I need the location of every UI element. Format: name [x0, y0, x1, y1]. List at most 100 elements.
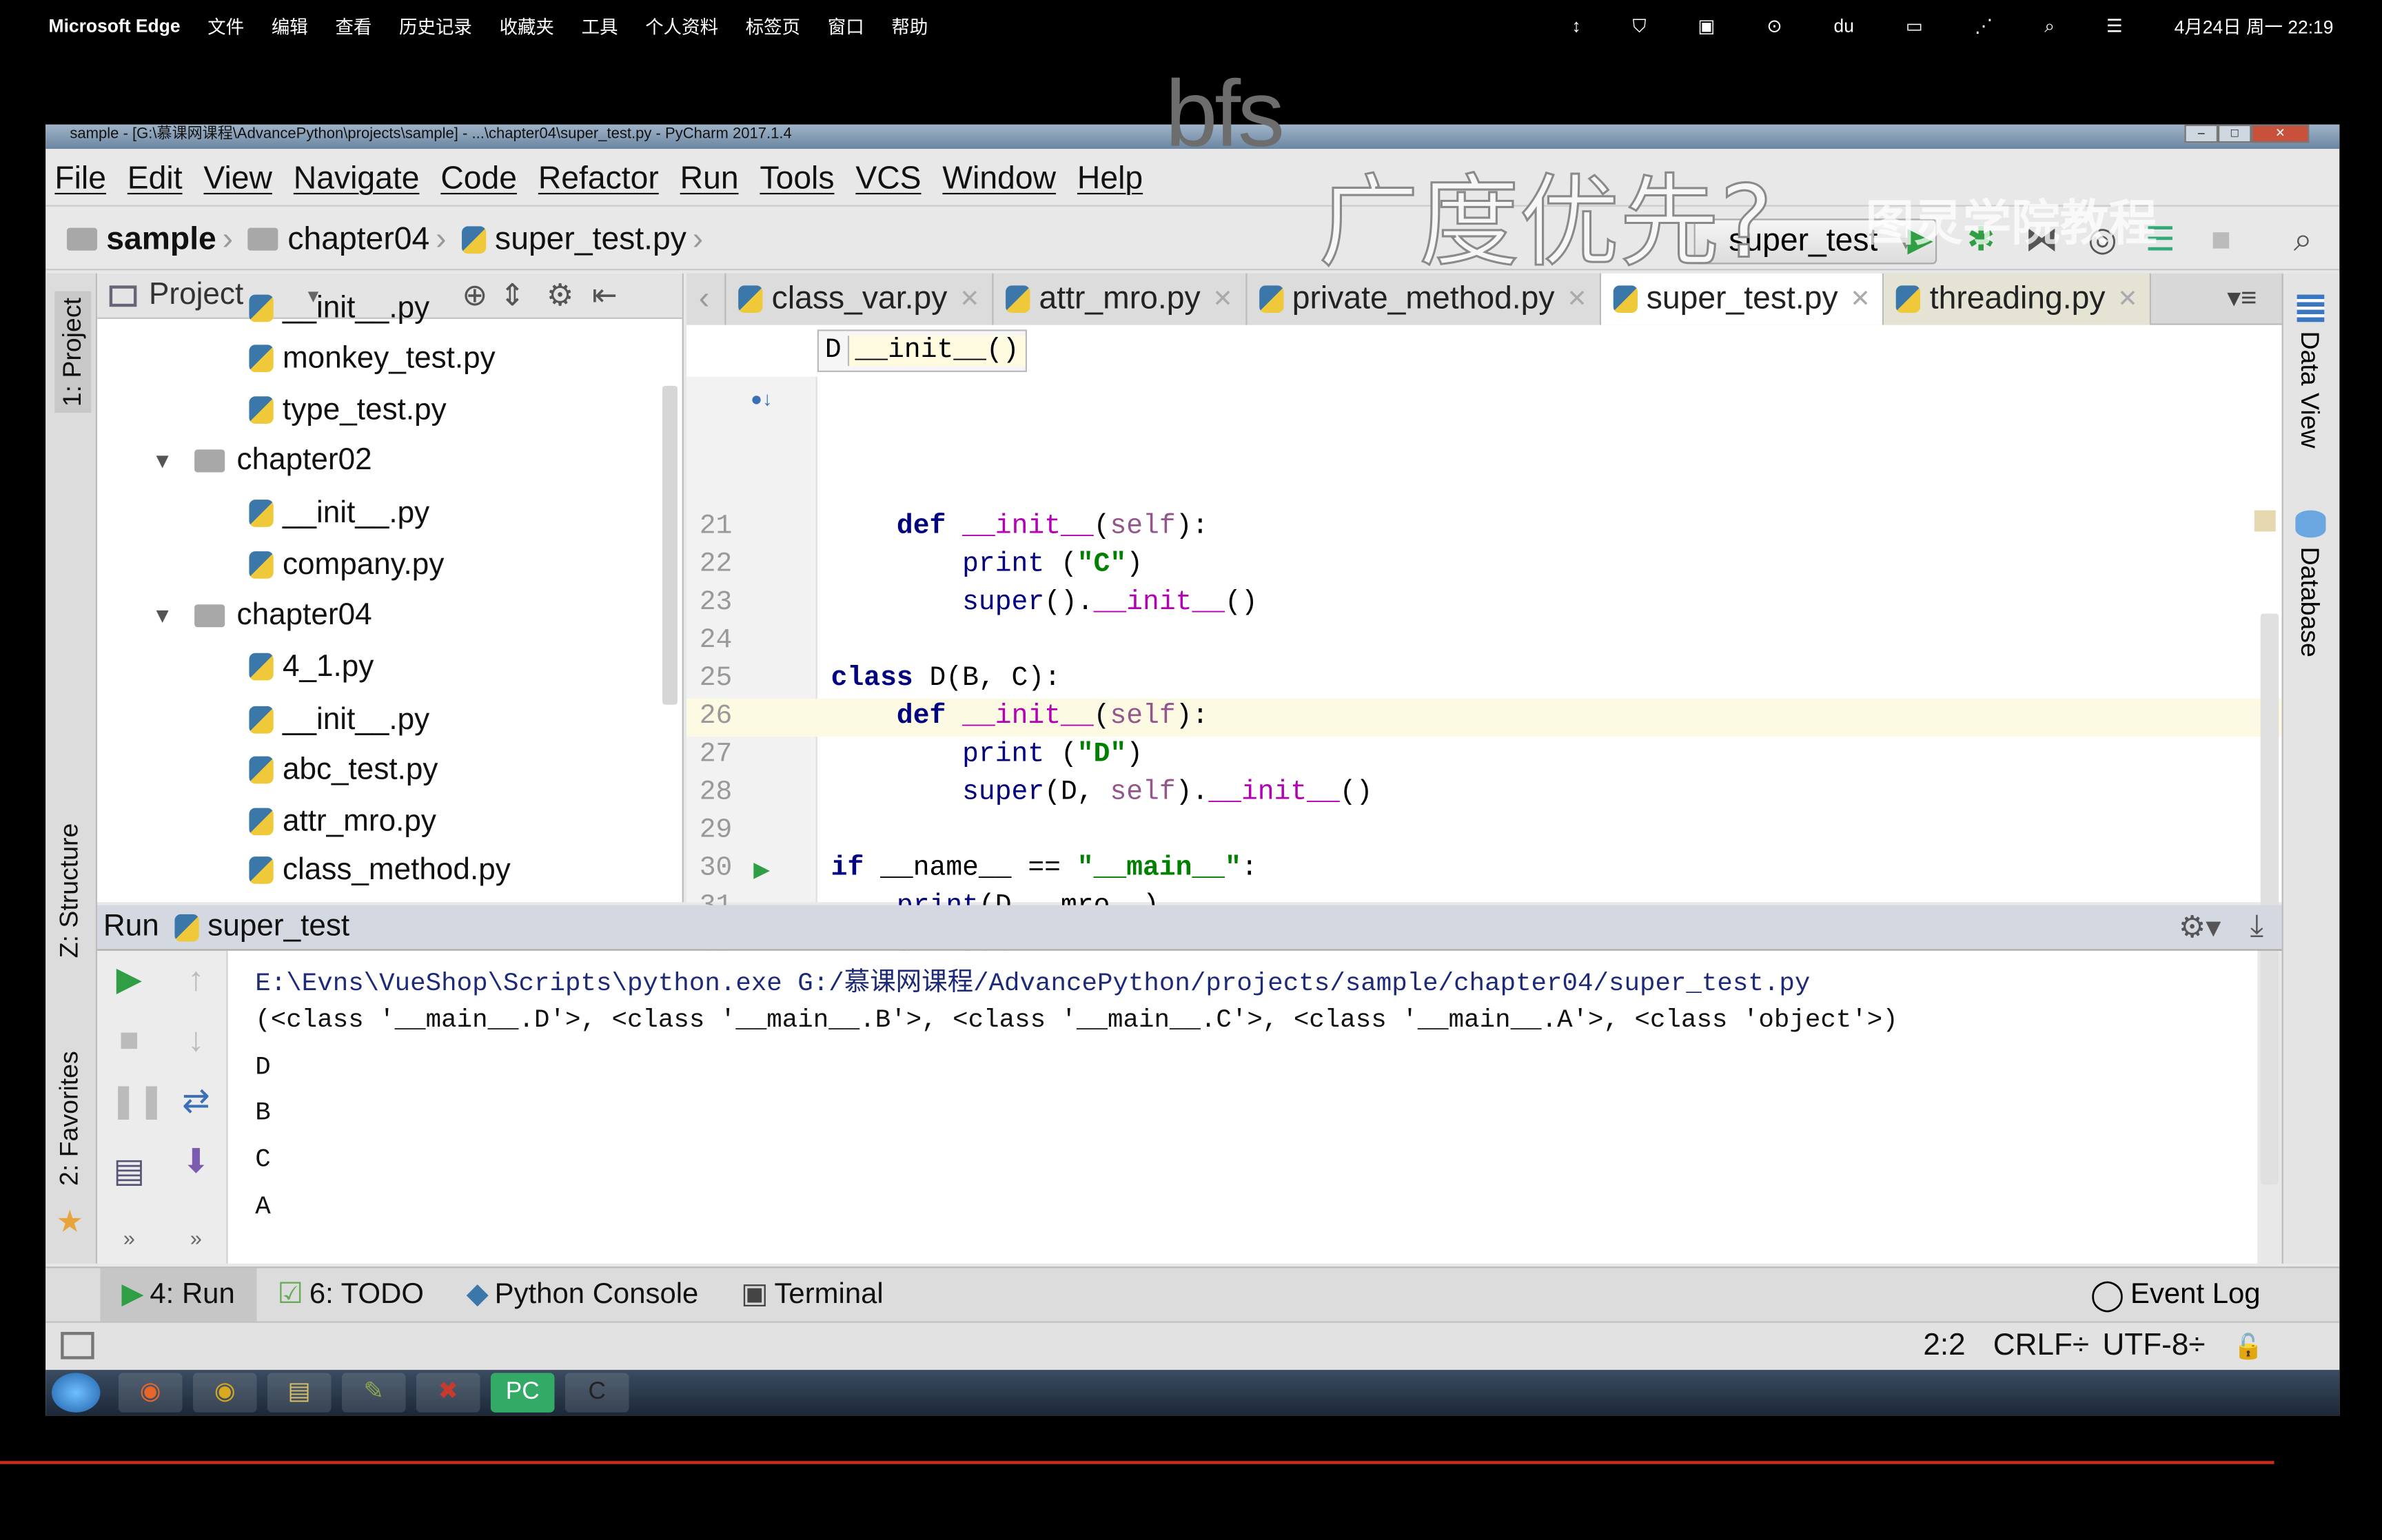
- tab-attr_mro-py[interactable]: attr_mro.py ✕: [993, 273, 1247, 325]
- event-log-button[interactable]: ◯ Event Log: [2090, 1275, 2261, 1313]
- play-icon[interactable]: ⊙: [1767, 15, 1782, 37]
- battery-icon[interactable]: ▭: [1906, 15, 1923, 37]
- maximize-button[interactable]: □: [2217, 124, 2252, 143]
- crumb-class[interactable]: D: [819, 336, 847, 366]
- breadcrumb-folder[interactable]: chapter04: [287, 221, 429, 258]
- locate-icon[interactable]: ⊕: [462, 276, 487, 314]
- tab-threading-py[interactable]: threading.py ✕: [1884, 273, 2152, 325]
- console-scrollbar[interactable]: [2260, 956, 2279, 1185]
- code-line[interactable]: 22 print ("C"): [686, 546, 2281, 584]
- mac-menu-item[interactable]: 编辑: [272, 13, 308, 39]
- tree-item[interactable]: abc_test.py: [249, 747, 438, 792]
- control-center-icon[interactable]: ☰: [2106, 15, 2123, 37]
- structure-tool-tab[interactable]: Z: Structure: [54, 823, 85, 958]
- database-tool-tab[interactable]: Database: [2294, 546, 2324, 657]
- close-button[interactable]: ✕: [2251, 124, 2310, 143]
- menu-window[interactable]: Window: [942, 161, 1056, 197]
- project-tool-tab[interactable]: 1: Project: [54, 291, 92, 413]
- close-tab-icon[interactable]: ✕: [1567, 284, 1587, 314]
- tool-tab-terminal[interactable]: ▣ Terminal: [720, 1267, 904, 1322]
- menu-vcs[interactable]: VCS: [855, 161, 921, 197]
- caret-position[interactable]: 2:2: [1923, 1329, 1965, 1364]
- rerun-icon[interactable]: ▶: [110, 960, 149, 999]
- menu-view[interactable]: View: [203, 161, 272, 197]
- close-tab-icon[interactable]: ✕: [2117, 284, 2138, 314]
- override-icon[interactable]: ●↓: [751, 387, 773, 410]
- mac-menu-item[interactable]: 帮助: [891, 13, 928, 39]
- breadcrumb-file[interactable]: super_test.py: [495, 221, 686, 258]
- crumb-method[interactable]: __init__(): [847, 336, 1026, 367]
- layout-icon[interactable]: ▤: [110, 1151, 149, 1191]
- mac-menu-item[interactable]: 窗口: [828, 13, 864, 39]
- menu-navigate[interactable]: Navigate: [294, 161, 420, 197]
- tab-scroll-left[interactable]: ‹: [686, 273, 726, 325]
- minimize-button[interactable]: –: [2184, 124, 2218, 143]
- soft-wrap-icon[interactable]: ⇄: [176, 1081, 216, 1120]
- mac-menu-item[interactable]: 标签页: [746, 13, 800, 39]
- terminal-icon[interactable]: C: [564, 1373, 629, 1413]
- expand-arrow-icon[interactable]: ▼: [152, 603, 173, 627]
- run-console[interactable]: E:\Evns\VueShop\Scripts\python.exe G:/慕课…: [227, 950, 2258, 1264]
- code-line[interactable]: 24: [686, 623, 2281, 661]
- baidu-icon[interactable]: du: [1833, 15, 1853, 37]
- search-icon[interactable]: ⌕: [2044, 14, 2055, 37]
- mac-menu-item[interactable]: 工具: [582, 13, 618, 39]
- firefox-icon[interactable]: ◉: [118, 1373, 183, 1413]
- notepad-icon[interactable]: ✎: [341, 1373, 406, 1413]
- search-everywhere-icon[interactable]: ⌕: [2285, 221, 2321, 258]
- mac-menu-item[interactable]: 查看: [335, 13, 371, 39]
- collapse-icon[interactable]: ⇕: [500, 276, 525, 314]
- code-line[interactable]: 26 def __init__(self):: [686, 698, 2282, 737]
- pycharm-icon[interactable]: PC: [490, 1373, 555, 1413]
- close-tab-icon[interactable]: ✕: [1850, 284, 1871, 314]
- up-arrow-icon[interactable]: ↑: [176, 960, 216, 999]
- tree-item[interactable]: __init__.py: [249, 285, 429, 331]
- tool-tab-4-run[interactable]: ▶ 4: Run: [100, 1267, 256, 1322]
- close-tab-icon[interactable]: ✕: [1212, 284, 1233, 314]
- tool-tab-python-console[interactable]: ◆ Python Console: [445, 1267, 720, 1322]
- code-line[interactable]: 28 super(D, self).__init__(): [686, 774, 2281, 812]
- down-arrow-icon[interactable]: ↓: [176, 1020, 216, 1060]
- scroll-to-end-icon[interactable]: ⬇: [176, 1142, 216, 1181]
- stop-icon[interactable]: ■: [110, 1020, 149, 1060]
- breadcrumb-project[interactable]: sample: [106, 221, 216, 258]
- tree-item[interactable]: ▼ chapter02: [152, 438, 371, 483]
- chrome-icon[interactable]: ◉: [192, 1373, 257, 1413]
- app-name[interactable]: Microsoft Edge: [49, 15, 181, 37]
- menu-run[interactable]: Run: [680, 161, 739, 197]
- menu-edit[interactable]: Edit: [128, 161, 183, 197]
- mac-menu-item[interactable]: 收藏夹: [500, 13, 554, 39]
- code-line[interactable]: 30 if __name__ == "__main__":: [686, 850, 2281, 888]
- tool-windows-icon[interactable]: [61, 1331, 94, 1359]
- project-view-select[interactable]: Project: [149, 278, 243, 313]
- favorites-tool-tab[interactable]: 2: Favorites: [54, 1051, 85, 1186]
- line-separator[interactable]: CRLF÷: [1993, 1329, 2089, 1364]
- mac-menu-item[interactable]: 文件: [207, 13, 244, 39]
- explorer-icon[interactable]: ▤: [267, 1373, 332, 1413]
- message-icon[interactable]: ▣: [1698, 15, 1715, 37]
- bookmark-icon[interactable]: ⛉: [1633, 14, 1647, 37]
- mac-menu-item[interactable]: 个人资料: [645, 13, 718, 39]
- tree-item[interactable]: class_method.py: [249, 848, 511, 893]
- stop-icon[interactable]: ■: [2203, 221, 2239, 258]
- menu-tools[interactable]: Tools: [760, 161, 834, 197]
- more-icon[interactable]: »: [176, 1218, 216, 1257]
- tab-list-icon[interactable]: ▾≡: [2227, 283, 2257, 314]
- tree-item[interactable]: type_test.py: [249, 387, 447, 433]
- menu-help[interactable]: Help: [1077, 161, 1143, 197]
- project-scrollbar[interactable]: [662, 385, 678, 705]
- code-editor[interactable]: D __init__() 21 def __init__(self): 22 pr…: [686, 325, 2282, 998]
- code-line[interactable]: 23 super().__init__(): [686, 585, 2281, 623]
- tree-item[interactable]: __init__.py: [249, 491, 429, 536]
- code-line[interactable]: 27 print ("D"): [686, 737, 2281, 774]
- menu-file[interactable]: File: [54, 161, 106, 197]
- code-line[interactable]: 29: [686, 812, 2281, 850]
- expand-arrow-icon[interactable]: ▼: [152, 448, 173, 472]
- clock[interactable]: 4月24日 周一 22:19: [2175, 13, 2334, 39]
- menu-code[interactable]: Code: [440, 161, 517, 197]
- tree-item[interactable]: __init__.py: [249, 697, 429, 743]
- data-view-tool-tab[interactable]: Data View: [2294, 331, 2324, 448]
- menu-refactor[interactable]: Refactor: [538, 161, 659, 197]
- tree-item[interactable]: attr_mro.py: [249, 799, 436, 844]
- lock-icon[interactable]: 🔓: [2233, 1332, 2263, 1362]
